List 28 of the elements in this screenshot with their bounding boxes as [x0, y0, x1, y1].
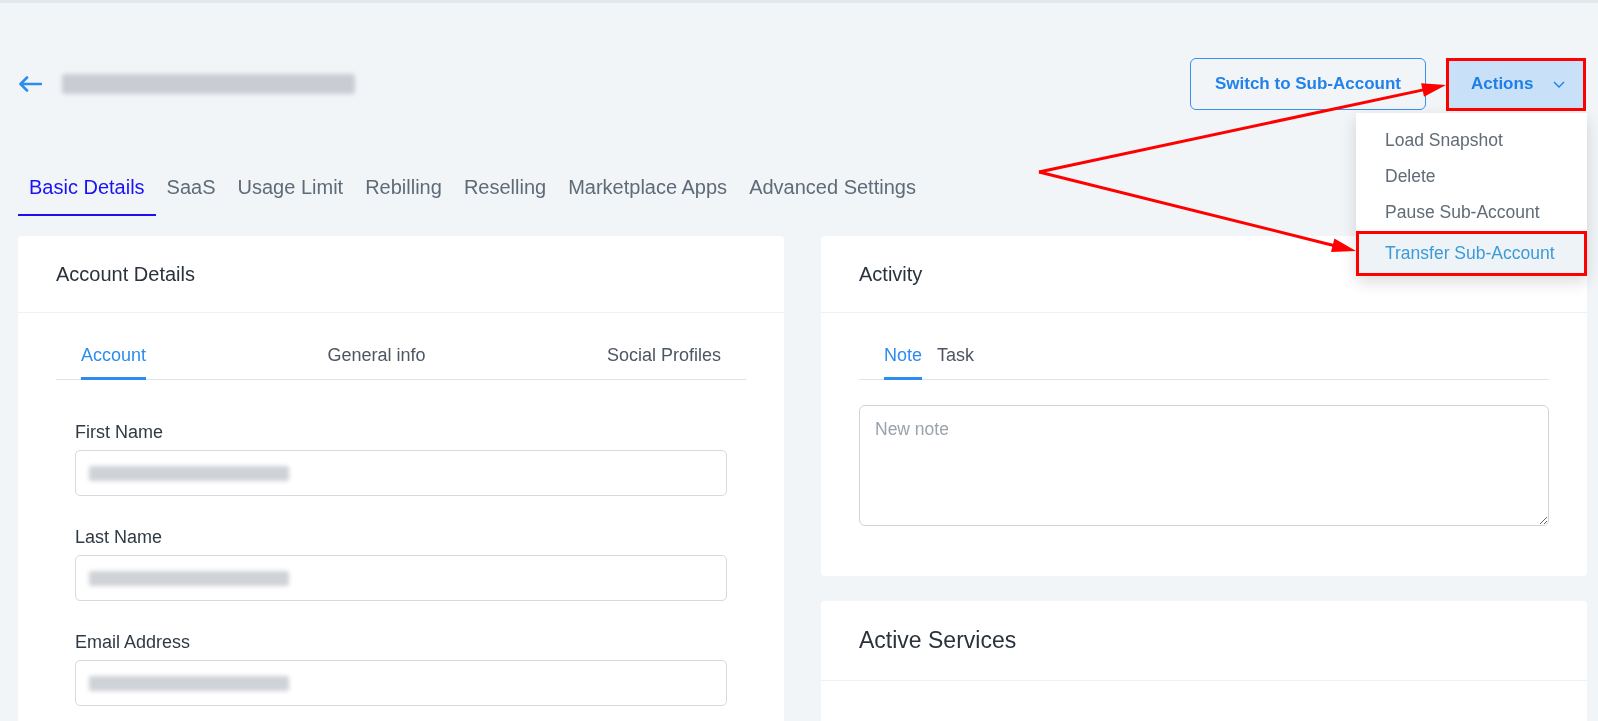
field-label: First Name: [75, 422, 164, 442]
tab[interactable]: Marketplace Apps: [557, 158, 739, 216]
card-title: Account Details: [18, 236, 784, 313]
menu-item[interactable]: Delete: [1356, 158, 1587, 195]
note-input[interactable]: New note: [859, 405, 1549, 526]
tab[interactable]: Rebilling: [354, 158, 453, 216]
tab[interactable]: Advanced Settings: [738, 158, 927, 216]
menu-item[interactable]: Pause Sub-Account: [1356, 194, 1587, 231]
menu-item[interactable]: Transfer Sub-Account: [1356, 230, 1587, 276]
tab[interactable]: Reselling: [452, 158, 558, 216]
back-arrow-icon[interactable]: [18, 76, 42, 92]
text-input[interactable]: [75, 555, 727, 601]
text-input[interactable]: [75, 450, 727, 496]
text-input[interactable]: [75, 660, 727, 706]
tab[interactable]: Account: [81, 333, 147, 380]
chevron-down-icon: [1553, 80, 1565, 88]
tab[interactable]: General info: [327, 333, 426, 380]
tab[interactable]: SaaS: [155, 158, 227, 216]
field-label: Last Name: [75, 527, 164, 547]
tab[interactable]: Social Profiles: [606, 333, 721, 380]
tab[interactable]: Task: [937, 333, 975, 380]
tab[interactable]: Note: [884, 333, 923, 380]
menu-item[interactable]: Load Snapshot: [1356, 122, 1587, 159]
tab[interactable]: Basic Details: [18, 158, 156, 216]
actions-dropdown-button[interactable]: Actions: [1446, 57, 1586, 111]
card-title: Active Services: [821, 601, 1587, 681]
field-label: Email Address: [75, 632, 192, 652]
tab[interactable]: Usage Limit: [226, 158, 355, 216]
